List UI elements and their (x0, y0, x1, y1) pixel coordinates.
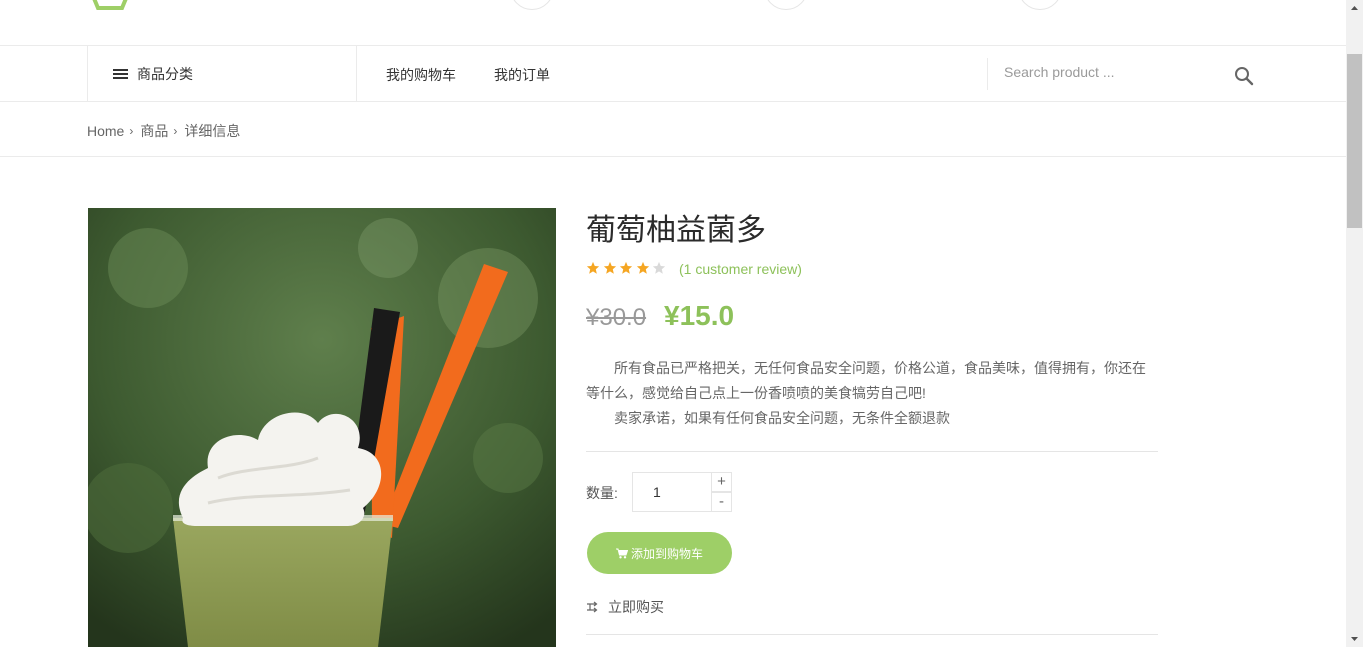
product-description: 所有食品已严格把关，无任何食品安全问题，价格公道，食品美味，值得拥有，你还在等什… (586, 356, 1158, 431)
scroll-down-arrow-icon[interactable] (1346, 630, 1363, 647)
chevron-right-icon: › (129, 124, 134, 138)
breadcrumb-current: 详细信息 (184, 123, 241, 139)
breadcrumb-home[interactable]: Home (87, 123, 124, 139)
divider (586, 451, 1158, 452)
product-image (88, 208, 556, 647)
buy-now-link[interactable]: 立即购买 (586, 597, 664, 617)
quantity-input[interactable] (633, 473, 711, 511)
buy-now-label: 立即购买 (608, 599, 664, 615)
original-price: ¥30.0 (586, 304, 647, 331)
product-title: 葡萄柚益菌多 (586, 214, 766, 247)
shuffle-icon (587, 601, 598, 613)
product-photo (88, 208, 556, 647)
logo-icon[interactable] (90, 0, 130, 10)
top-header (0, 0, 1346, 46)
page-scrollbar[interactable] (1346, 0, 1363, 647)
sale-price: ¥15.0 (664, 300, 735, 331)
description-paragraph: 卖家承诺，如果有任何食品安全问题，无条件全额退款 (614, 410, 950, 426)
search-icon[interactable] (1234, 66, 1254, 86)
star-filled-icon (636, 261, 649, 274)
add-to-cart-label: 添加到购物车 (630, 546, 703, 561)
quantity-decrease-button[interactable]: - (711, 492, 732, 512)
search-box (987, 58, 1262, 90)
main-navbar: 商品分类 我的购物车 我的订单 (0, 46, 1346, 102)
header-circle-icon[interactable] (510, 0, 554, 10)
description-paragraph: 所有食品已严格把关，无任何食品安全问题，价格公道，食品美味，值得拥有，你还在等什… (586, 360, 1146, 401)
category-label: 商品分类 (137, 66, 193, 82)
category-menu-button[interactable]: 商品分类 (87, 46, 357, 102)
quantity-increase-button[interactable]: + (711, 472, 732, 492)
scroll-up-arrow-icon[interactable] (1346, 0, 1363, 17)
nav-link-cart[interactable]: 我的购物车 (386, 65, 456, 85)
star-empty-icon (652, 261, 666, 274)
nav-link-orders[interactable]: 我的订单 (494, 65, 550, 85)
chevron-right-icon: › (173, 124, 178, 138)
hamburger-icon (113, 67, 128, 81)
search-input[interactable] (1004, 64, 1204, 80)
star-filled-icon (603, 261, 616, 274)
cart-icon (615, 548, 628, 558)
breadcrumb-bar: Home › 商品 › 详细信息 (0, 102, 1346, 157)
star-filled-icon (619, 261, 633, 274)
add-to-cart-button[interactable]: 添加到购物车 (587, 532, 732, 574)
breadcrumb: Home › 商品 › 详细信息 (87, 121, 240, 141)
header-circle-icon[interactable] (764, 0, 808, 10)
star-filled-icon (586, 261, 600, 274)
customer-review-link[interactable]: (1 customer review) (679, 261, 802, 277)
breadcrumb-products[interactable]: 商品 (140, 121, 168, 141)
header-circle-icon[interactable] (1018, 0, 1062, 10)
quantity-field-wrapper (632, 472, 712, 512)
quantity-label: 数量: (586, 485, 618, 501)
scrollbar-thumb[interactable] (1347, 54, 1362, 228)
rating-stars (586, 261, 669, 275)
divider (586, 634, 1158, 635)
